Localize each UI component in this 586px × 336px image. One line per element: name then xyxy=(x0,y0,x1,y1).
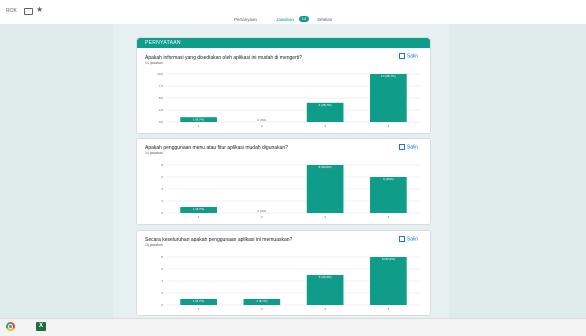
bar-chart: 0,0 2,5 5,0 7,5 10,0 1 (8,7%) 1 0 (0%) 2 4 (28,7%… xyxy=(157,72,420,128)
question-title: Apakah penggunaan menu atau fitur aplika… xyxy=(145,145,288,151)
chrome-icon[interactable] xyxy=(6,322,15,331)
bar xyxy=(306,275,344,305)
x-tick-label: 2 xyxy=(261,215,263,219)
tab-setelan[interactable]: Setelan xyxy=(317,17,332,22)
x-tick-label: 3 xyxy=(324,307,326,311)
excel-icon[interactable]: X xyxy=(36,322,46,331)
bar-data-label: 4 (28,7%) xyxy=(319,103,332,107)
bar xyxy=(370,177,407,213)
bar-data-label: 6 (40%) xyxy=(383,177,394,181)
copy-label: Salin xyxy=(406,236,418,243)
y-tick-label: 0 xyxy=(161,303,163,307)
x-tick-label: 4 xyxy=(388,307,390,311)
bar xyxy=(370,74,407,122)
copy-icon xyxy=(398,53,405,59)
copy-icon xyxy=(398,144,405,150)
bar-data-label: 0 (0%) xyxy=(257,209,266,213)
x-tick-label: 1 xyxy=(198,215,200,219)
y-tick-label: 2,5 xyxy=(159,108,164,112)
bar-data-label: 5 (33,3%) xyxy=(319,275,332,279)
question-title: Apakah informasi yang disediakan oleh ap… xyxy=(145,55,303,61)
x-tick-label: 2 xyxy=(261,307,263,311)
bar xyxy=(370,257,407,305)
x-tick-label: 4 xyxy=(388,215,390,219)
question-card-1: PERNYATAAN Apakah informasi yang disedia… xyxy=(136,37,431,134)
tab-jawaban[interactable]: Jawaban xyxy=(276,17,294,22)
y-tick-label: 2 xyxy=(161,291,163,295)
document-title[interactable]: ROK xyxy=(6,8,17,14)
x-tick-label: 3 xyxy=(324,215,326,219)
bar-data-label: 1 (8,7%) xyxy=(193,117,204,121)
star-icon[interactable]: ★ xyxy=(36,5,43,14)
bar-data-label: 0 (0%) xyxy=(257,118,266,122)
bar-data-label: 8 (80,8%) xyxy=(319,165,332,169)
x-tick-label: 3 xyxy=(324,124,326,128)
bar-data-label: 1 (8,7%) xyxy=(256,299,267,303)
x-tick-label: 2 xyxy=(261,124,263,128)
response-count: 14 jawaban xyxy=(145,61,163,65)
y-tick-label: 0 xyxy=(161,211,163,215)
y-tick-label: 4 xyxy=(161,187,163,191)
copy-button[interactable]: Salin xyxy=(398,144,418,151)
bar-data-label: 1 (8,7%) xyxy=(193,299,204,303)
y-tick-label: 4 xyxy=(161,279,163,283)
question-card-2: Apakah penggunaan menu atau fitur aplika… xyxy=(136,138,431,225)
y-tick-label: 0,0 xyxy=(159,120,164,124)
response-count-badge: 14 xyxy=(299,16,309,22)
section-title: PERNYATAAN xyxy=(145,40,181,46)
copy-label: Salin xyxy=(406,144,418,151)
y-tick-label: 2 xyxy=(161,199,163,203)
y-tick-label: 10,0 xyxy=(157,72,163,76)
y-tick-label: 6 xyxy=(161,267,163,271)
response-count: 15 jawaban xyxy=(145,243,163,247)
bar-data-label: 1 (8,7%) xyxy=(193,207,204,211)
bar-data-label: 8 (53,3%) xyxy=(382,257,395,261)
bar-data-label: 10 (88,7%) xyxy=(381,74,396,78)
bar-chart: 0 2 4 6 8 1 (8,7%) 1 0 (0%) 2 8 (80,8%) 3 6 (40%) 4 xyxy=(161,163,420,219)
x-tick-label: 1 xyxy=(198,124,200,128)
x-tick-label: 4 xyxy=(388,124,390,128)
section-header: PERNYATAAN xyxy=(137,38,430,48)
x-tick-label: 1 xyxy=(198,307,200,311)
question-card-3: Secara keseluruhan apakah penggunaan apl… xyxy=(136,230,431,316)
copy-label: Salin xyxy=(406,53,418,60)
app-header: ROK ★ Pertanyaan Jawaban 14 Setelan xyxy=(0,0,586,25)
folder-icon[interactable] xyxy=(24,8,33,15)
tab-pertanyaan[interactable]: Pertanyaan xyxy=(234,17,257,22)
y-tick-label: 7,5 xyxy=(159,84,164,88)
y-tick-label: 6 xyxy=(161,175,163,179)
copy-icon xyxy=(398,236,405,242)
y-tick-label: 8 xyxy=(161,255,163,259)
bar xyxy=(306,165,344,213)
copy-button[interactable]: Salin xyxy=(398,236,418,243)
bar-chart: 0 2 4 6 8 1 (8,7%) 1 1 (8,7%) 2 5 (33,3%) 3 8 (53,3… xyxy=(161,255,420,311)
taskbar xyxy=(0,318,586,336)
y-tick-label: 5,0 xyxy=(159,96,164,100)
copy-button[interactable]: Salin xyxy=(398,53,418,60)
question-title: Secara keseluruhan apakah penggunaan apl… xyxy=(145,237,293,243)
response-count: 14 jawaban xyxy=(145,151,163,155)
y-tick-label: 8 xyxy=(161,163,163,167)
